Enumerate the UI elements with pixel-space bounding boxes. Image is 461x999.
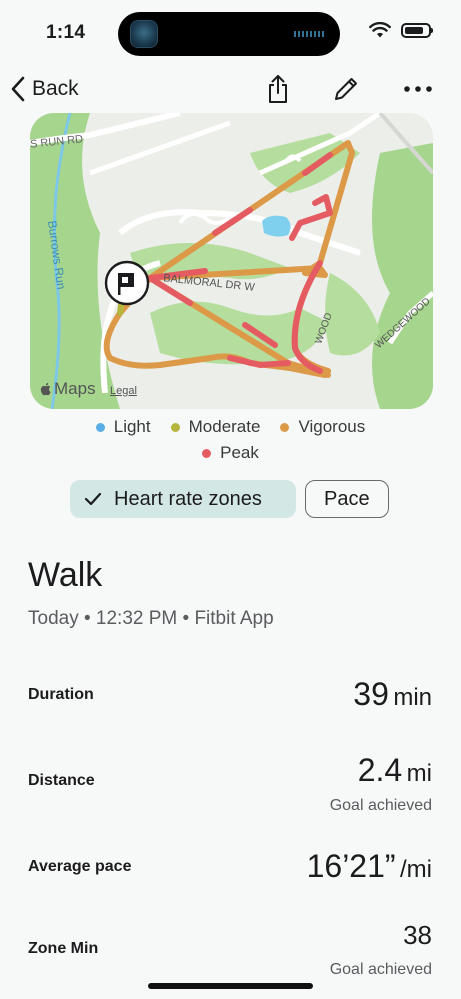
waveform-icon bbox=[294, 31, 326, 37]
legend-dot-moderate bbox=[170, 422, 180, 432]
pace-chip-label: Pace bbox=[324, 487, 370, 510]
zone-min-goal-status: Goal achieved bbox=[329, 961, 432, 978]
average-pace-value: 16’21” /mi bbox=[307, 848, 432, 885]
maps-attribution: Maps bbox=[40, 379, 96, 399]
checkmark-icon bbox=[84, 492, 102, 506]
average-pace-label: Average pace bbox=[28, 858, 132, 875]
apple-logo-icon bbox=[40, 382, 51, 396]
maps-label: Maps bbox=[54, 379, 96, 398]
distance-unit: mi bbox=[406, 760, 432, 787]
legend-item-vigorous: Vigorous bbox=[280, 417, 365, 437]
legend-dot-light bbox=[95, 422, 105, 432]
map-mode-toggle: Heart rate zones Pace bbox=[70, 480, 389, 518]
legend-item-light: Light bbox=[95, 417, 151, 437]
workout-title: Walk bbox=[28, 556, 103, 594]
duration-unit: min bbox=[393, 684, 432, 711]
legend-label-light: Light bbox=[113, 417, 151, 436]
back-label: Back bbox=[32, 77, 79, 100]
pace-number: 16’21” bbox=[306, 848, 396, 884]
zone-min-label: Zone Min bbox=[28, 940, 99, 957]
legend-dot-vigorous bbox=[280, 422, 290, 432]
back-button[interactable]: Back bbox=[10, 72, 79, 106]
duration-value: 39 min bbox=[353, 676, 432, 713]
pace-chip[interactable]: Pace bbox=[305, 480, 389, 518]
heart-rate-zones-chip[interactable]: Heart rate zones bbox=[70, 480, 296, 518]
map-canvas bbox=[30, 113, 433, 409]
share-icon[interactable] bbox=[263, 74, 293, 104]
status-icons bbox=[369, 22, 433, 38]
more-icon[interactable] bbox=[403, 74, 433, 104]
battery-icon bbox=[401, 22, 433, 38]
legend-label-moderate: Moderate bbox=[188, 417, 261, 436]
pace-unit: /mi bbox=[400, 856, 432, 883]
wifi-icon bbox=[369, 22, 391, 38]
chevron-left-icon bbox=[11, 76, 25, 102]
heart-rate-legend: Light Moderate Vigorous Peak bbox=[0, 414, 461, 466]
status-time: 1:14 bbox=[46, 22, 86, 43]
legend-item-peak: Peak bbox=[202, 443, 259, 463]
duration-number: 39 bbox=[353, 676, 389, 712]
now-playing-thumbnail bbox=[130, 20, 158, 48]
distance-label: Distance bbox=[28, 772, 95, 789]
legend-label-vigorous: Vigorous bbox=[298, 417, 366, 436]
legend-dot-peak bbox=[202, 448, 212, 458]
nav-bar: Back bbox=[0, 64, 461, 112]
distance-value: 2.4 mi bbox=[358, 752, 432, 789]
zone-min-number: 38 bbox=[403, 920, 432, 950]
pencil-icon[interactable] bbox=[331, 74, 361, 104]
heart-rate-zones-label: Heart rate zones bbox=[114, 487, 262, 510]
home-indicator[interactable] bbox=[148, 983, 313, 989]
duration-label: Duration bbox=[28, 686, 94, 703]
legend-item-moderate: Moderate bbox=[170, 417, 261, 437]
distance-number: 2.4 bbox=[357, 752, 403, 788]
route-map[interactable]: S RUN RD Burrows Run BALMORAL DR W WEDGE… bbox=[30, 113, 433, 409]
dynamic-island bbox=[118, 12, 340, 56]
status-bar: 1:14 bbox=[0, 0, 461, 64]
legend-label-peak: Peak bbox=[220, 443, 259, 462]
workout-subtitle: Today • 12:32 PM • Fitbit App bbox=[28, 608, 274, 629]
legal-link[interactable]: Legal bbox=[110, 385, 137, 397]
zone-min-value: 38 bbox=[403, 920, 432, 951]
distance-goal-status: Goal achieved bbox=[329, 797, 432, 814]
